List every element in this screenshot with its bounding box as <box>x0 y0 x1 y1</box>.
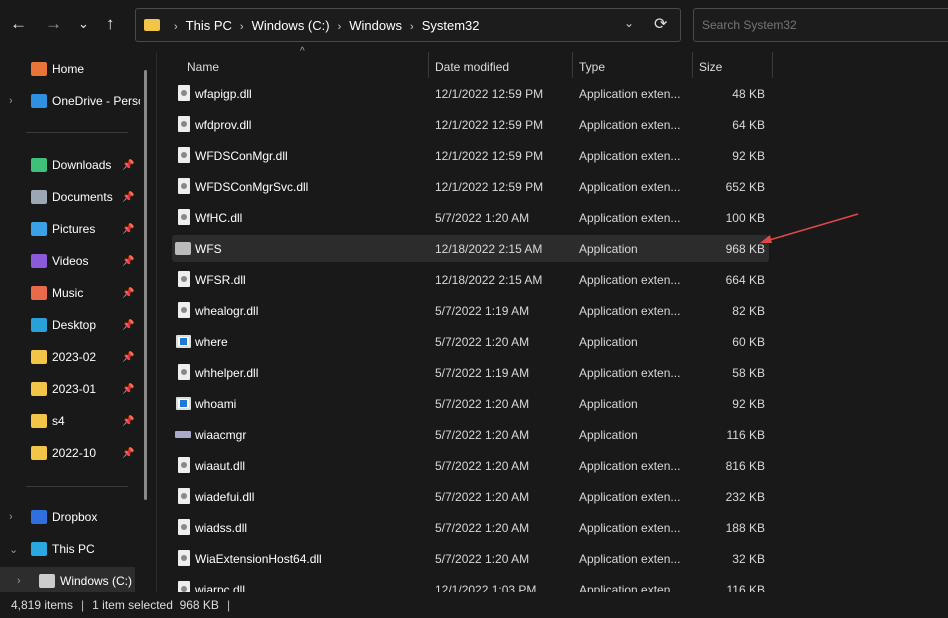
selection-count: 1 item selected <box>92 598 173 612</box>
status-bar: 4,819 items | 1 item selected 968 KB | <box>0 592 948 618</box>
status-separator: | <box>226 598 231 612</box>
annotation-arrow <box>760 213 859 243</box>
selection-size: 968 KB <box>179 598 219 612</box>
item-count: 4,819 items <box>11 598 74 612</box>
arrow-head <box>760 235 772 243</box>
arrow-line <box>765 213 859 242</box>
status-separator: | <box>81 598 85 612</box>
